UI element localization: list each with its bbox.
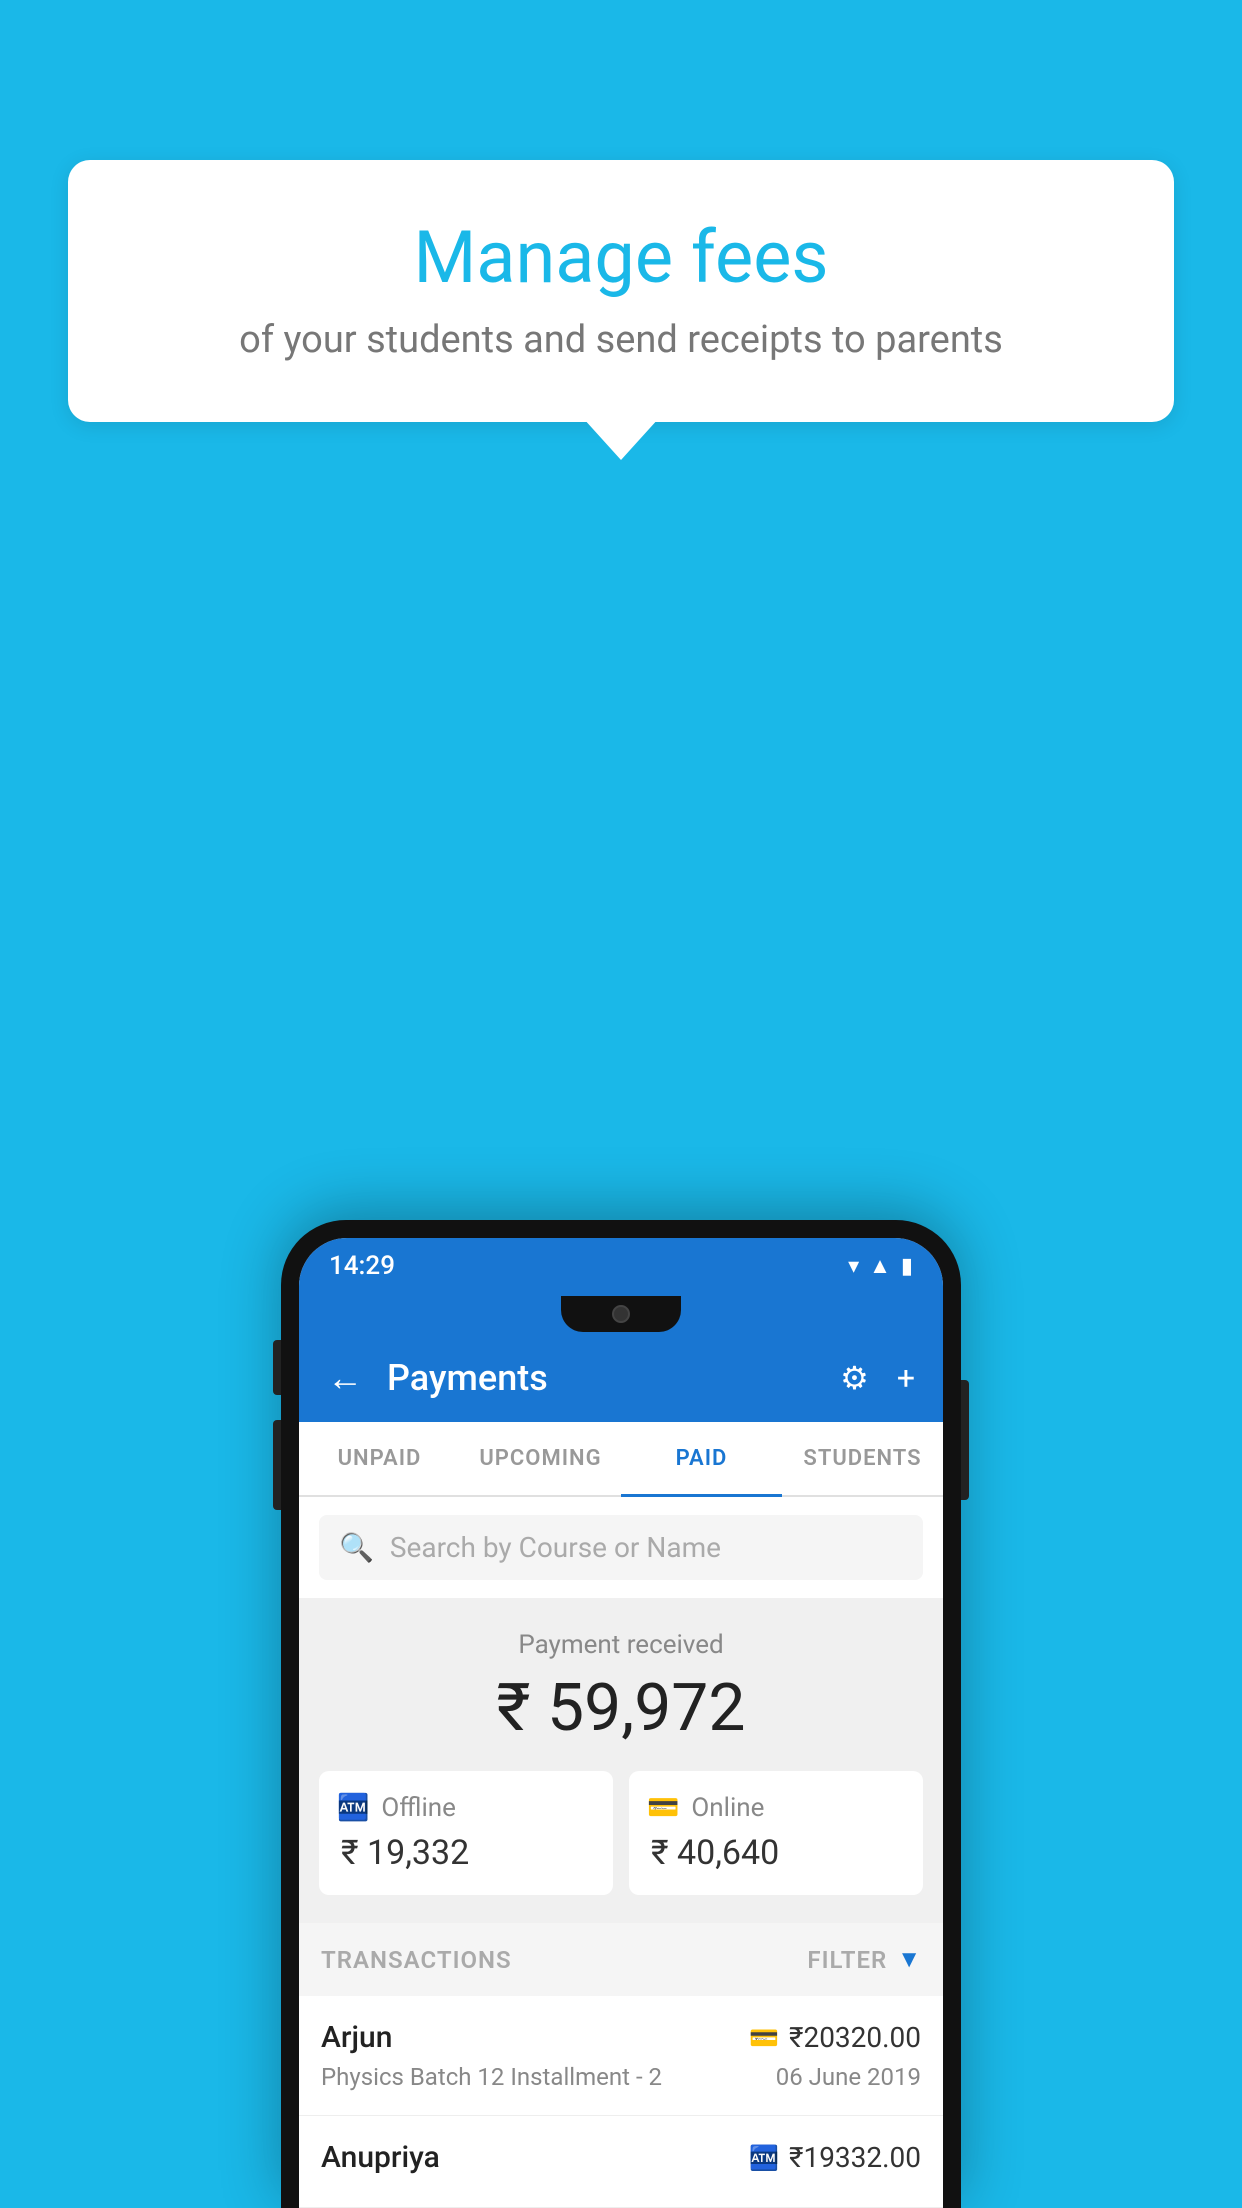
status-time: 14:29 [329, 1251, 395, 1281]
transaction-amount-block: 🏧 ₹19332.00 [749, 2141, 921, 2174]
phone-screen: 14:29 ▾ ▲ ▮ ← Payments ⚙ + UNPAID UPC [299, 1238, 943, 2208]
offline-card-header: 🏧 Offline [337, 1793, 595, 1823]
transaction-amount: ₹20320.00 [789, 2021, 921, 2054]
payment-summary: Payment received ₹ 59,972 🏧 Offline ₹ 19… [299, 1598, 943, 1923]
notch [561, 1296, 681, 1332]
offline-label: Offline [381, 1793, 456, 1823]
signal-icon: ▲ [869, 1253, 891, 1279]
transaction-amount: ₹19332.00 [789, 2141, 921, 2174]
feature-subtitle: of your students and send receipts to pa… [118, 318, 1124, 362]
status-bar: 14:29 ▾ ▲ ▮ [299, 1238, 943, 1294]
search-container: 🔍 Search by Course or Name [299, 1497, 943, 1598]
filter-label: FILTER [807, 1946, 887, 1974]
status-icons: ▾ ▲ ▮ [848, 1253, 913, 1279]
offline-card: 🏧 Offline ₹ 19,332 [319, 1771, 613, 1895]
phone-frame: 14:29 ▾ ▲ ▮ ← Payments ⚙ + UNPAID UPC [281, 1220, 961, 2208]
back-button[interactable]: ← [327, 1357, 363, 1399]
add-icon[interactable]: + [897, 1359, 915, 1397]
transaction-bottom: Physics Batch 12 Installment - 2 06 June… [321, 2063, 921, 2091]
settings-icon[interactable]: ⚙ [840, 1359, 869, 1397]
transaction-top: Arjun 💳 ₹20320.00 [321, 2020, 921, 2055]
filter-icon: ▼ [897, 1945, 921, 1974]
notch-bar [299, 1294, 943, 1334]
table-row[interactable]: Anupriya 🏧 ₹19332.00 [299, 2116, 943, 2208]
search-input[interactable]: Search by Course or Name [390, 1531, 721, 1564]
cash-icon: 🏧 [749, 2144, 779, 2172]
tab-paid[interactable]: PAID [621, 1422, 782, 1495]
phone-btn-volume-down [273, 1420, 281, 1510]
online-amount: ₹ 40,640 [647, 1833, 905, 1873]
payment-received-label: Payment received [319, 1630, 923, 1660]
payment-total-amount: ₹ 59,972 [319, 1670, 923, 1747]
transaction-name: Arjun [321, 2020, 392, 2055]
transaction-name: Anupriya [321, 2140, 440, 2175]
transaction-top: Anupriya 🏧 ₹19332.00 [321, 2140, 921, 2175]
transaction-amount-block: 💳 ₹20320.00 [749, 2021, 921, 2054]
online-card: 💳 Online ₹ 40,640 [629, 1771, 923, 1895]
phone-btn-power [961, 1380, 969, 1500]
search-icon: 🔍 [339, 1531, 374, 1564]
transaction-date: 06 June 2019 [776, 2063, 921, 2091]
feature-title: Manage fees [118, 215, 1124, 300]
app-bar: ← Payments ⚙ + [299, 1334, 943, 1422]
tab-unpaid[interactable]: UNPAID [299, 1422, 460, 1495]
online-label: Online [691, 1793, 764, 1823]
wifi-icon: ▾ [848, 1254, 859, 1279]
offline-icon: 🏧 [337, 1793, 369, 1823]
online-icon: 💳 [647, 1793, 679, 1823]
tab-students[interactable]: STUDENTS [782, 1422, 943, 1495]
tabs: UNPAID UPCOMING PAID STUDENTS [299, 1422, 943, 1497]
filter-button[interactable]: FILTER ▼ [807, 1945, 921, 1974]
tab-upcoming[interactable]: UPCOMING [460, 1422, 621, 1495]
phone-btn-volume-up [273, 1340, 281, 1395]
app-bar-actions: ⚙ + [840, 1359, 915, 1397]
feature-card: Manage fees of your students and send re… [68, 160, 1174, 422]
transactions-label: TRANSACTIONS [321, 1946, 512, 1974]
transaction-course: Physics Batch 12 Installment - 2 [321, 2063, 662, 2091]
card-icon: 💳 [749, 2024, 779, 2052]
transactions-header: TRANSACTIONS FILTER ▼ [299, 1923, 943, 1996]
battery-icon: ▮ [901, 1254, 913, 1279]
camera [612, 1305, 630, 1323]
table-row[interactable]: Arjun 💳 ₹20320.00 Physics Batch 12 Insta… [299, 1996, 943, 2116]
online-card-header: 💳 Online [647, 1793, 905, 1823]
search-bar[interactable]: 🔍 Search by Course or Name [319, 1515, 923, 1580]
app-title: Payments [387, 1357, 840, 1399]
offline-amount: ₹ 19,332 [337, 1833, 595, 1873]
payment-cards: 🏧 Offline ₹ 19,332 💳 Online ₹ 40,640 [319, 1771, 923, 1895]
